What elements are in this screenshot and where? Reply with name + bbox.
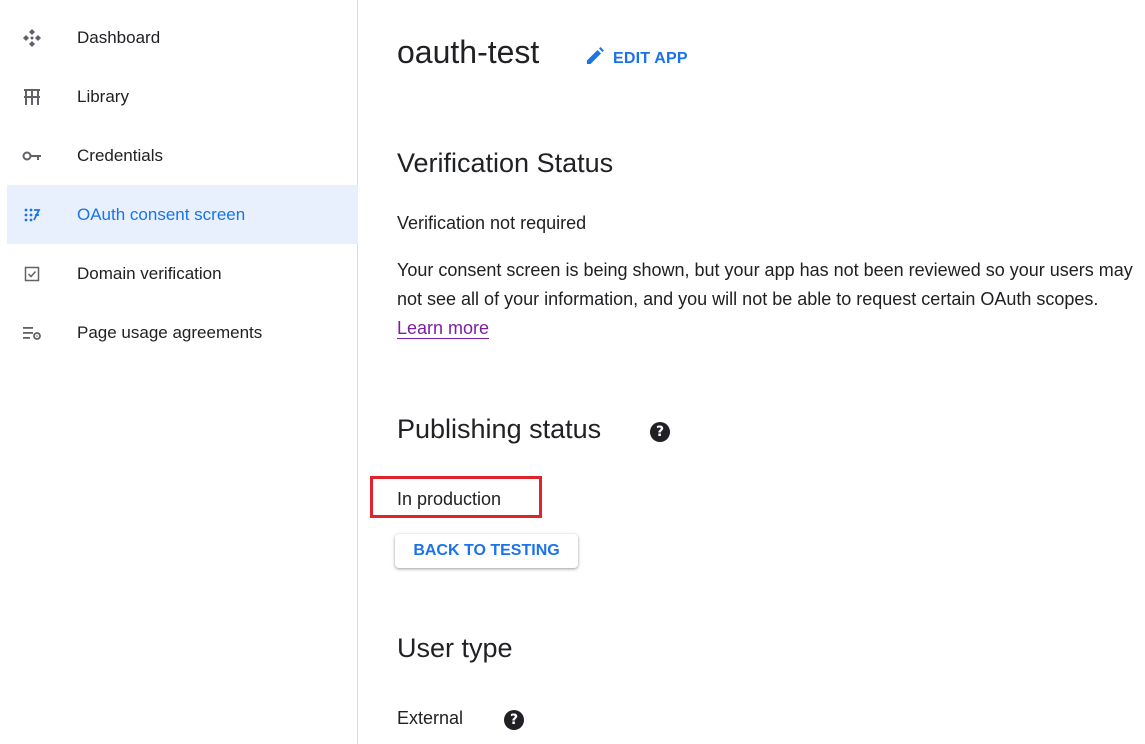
user-type-heading: User type xyxy=(397,633,513,663)
user-type-value: External xyxy=(397,708,464,728)
sidebar-item-label: Domain verification xyxy=(77,263,222,283)
sidebar-item-page-usage-agreements[interactable]: Page usage agreements xyxy=(7,303,358,362)
app-name-title: oauth-test xyxy=(397,34,540,70)
publishing-status-heading: Publishing status xyxy=(397,414,602,444)
sidebar-item-label: Credentials xyxy=(77,145,163,165)
sidebar-item-domain-verification[interactable]: Domain verification xyxy=(7,244,358,303)
learn-more-link[interactable]: Learn more xyxy=(397,318,490,339)
key-icon xyxy=(21,145,43,167)
library-icon xyxy=(21,86,43,108)
edit-app-label: EDIT APP xyxy=(613,49,688,67)
sidebar-item-label: OAuth consent screen xyxy=(77,204,246,224)
settings-list-icon xyxy=(21,322,43,344)
dashboard-icon xyxy=(21,27,43,49)
sidebar-item-label: Page usage agreements xyxy=(77,322,263,342)
edit-app-button[interactable]: EDIT APP xyxy=(585,46,688,71)
sidebar: Dashboard Library Credentials OAuth cons… xyxy=(0,0,358,744)
sidebar-item-library[interactable]: Library xyxy=(7,67,358,126)
main-content: oauth-test EDIT APP Verification Status … xyxy=(370,0,1145,744)
pencil-icon xyxy=(585,46,613,71)
sidebar-item-label: Library xyxy=(77,86,129,106)
checkbox-icon xyxy=(21,263,43,285)
sidebar-item-label: Dashboard xyxy=(77,27,161,47)
back-to-testing-button[interactable]: BACK TO TESTING xyxy=(395,534,578,568)
publishing-status-help-icon[interactable]: ? xyxy=(650,422,670,442)
verification-description-text: Your consent screen is being shown, but … xyxy=(397,260,1133,309)
sidebar-item-dashboard[interactable]: Dashboard xyxy=(7,8,358,67)
verification-description: Your consent screen is being shown, but … xyxy=(397,256,1145,343)
app-root: Dashboard Library Credentials OAuth cons… xyxy=(0,0,1145,744)
publishing-status-value: In production xyxy=(397,489,502,509)
sidebar-item-credentials[interactable]: Credentials xyxy=(7,126,358,185)
verification-status-value: Verification not required xyxy=(397,213,587,233)
user-type-help-icon[interactable]: ? xyxy=(504,710,524,730)
verification-status-heading: Verification Status xyxy=(397,148,614,178)
sidebar-item-oauth-consent-screen[interactable]: OAuth consent screen xyxy=(7,185,358,244)
consent-screen-icon xyxy=(21,204,43,226)
